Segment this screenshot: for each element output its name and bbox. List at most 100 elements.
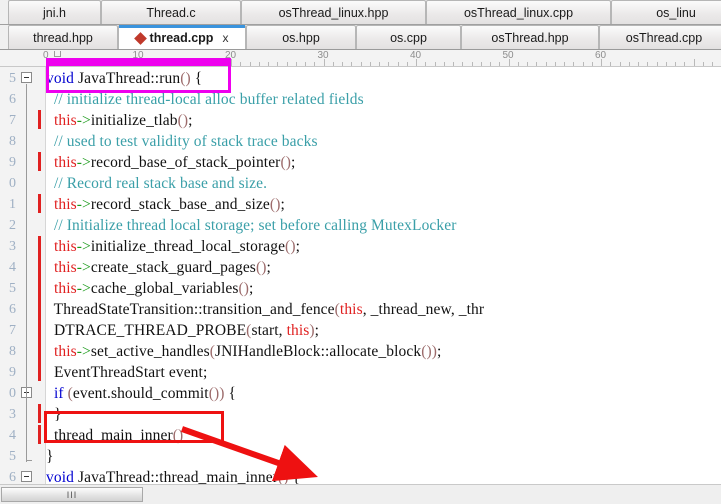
scrollbar-grip: III — [66, 489, 78, 500]
scrollbar-thumb[interactable]: III — [1, 487, 143, 502]
ruler-label: 10 — [132, 50, 144, 61]
code-line[interactable]: if (event.should_commit()) { — [46, 383, 236, 404]
code-line[interactable]: thread_main_inner() — [46, 425, 183, 446]
code-line[interactable]: this->set_active_handles(JNIHandleBlock:… — [46, 341, 441, 362]
code-area[interactable]: void JavaThread::run() { // initialize t… — [46, 67, 721, 484]
tab-osthread-linux-hpp[interactable]: osThread_linux.hpp — [241, 0, 426, 24]
ruler-tick — [277, 62, 279, 66]
code-line[interactable]: this->record_stack_base_and_size(); — [46, 194, 285, 215]
line-number: 7 — [9, 113, 16, 128]
code-line[interactable]: void JavaThread::thread_main_inner() { — [46, 467, 300, 484]
horizontal-scrollbar[interactable]: III — [0, 484, 721, 504]
code-line[interactable]: DTRACE_THREAD_PROBE(start, this); — [46, 320, 319, 341]
ruler-tick — [397, 62, 399, 66]
code-line[interactable]: // Record real stack base and size. — [46, 173, 267, 194]
ruler-tick — [83, 62, 84, 66]
fold-guide-end — [26, 460, 32, 461]
code-line[interactable]: this->cache_global_variables(); — [46, 278, 253, 299]
ruler-tick — [610, 62, 612, 66]
tab-label: os.cpp — [390, 30, 427, 45]
line-number: 5 — [9, 71, 16, 86]
ruler-tick — [434, 62, 436, 66]
modified-line-marker — [38, 110, 41, 129]
ruler-tick — [591, 62, 593, 66]
ruler-tick — [129, 62, 131, 66]
tab-os-linux[interactable]: os_linu — [611, 0, 721, 24]
ruler-tick — [295, 62, 297, 66]
tab-thread-cpp-active[interactable]: thread.cpp x — [118, 25, 246, 49]
ruler-tick — [471, 62, 473, 66]
ruler-tick — [175, 62, 177, 66]
tab-osthread-cpp[interactable]: osThread.cpp — [599, 25, 721, 49]
tab-thread-c[interactable]: Thread.c — [101, 0, 241, 24]
ruler-tick — [425, 62, 427, 66]
ruler-tick — [166, 62, 168, 66]
tab-thread-hpp[interactable]: thread.hpp — [8, 25, 118, 49]
ruler-tick — [675, 62, 676, 66]
ruler-label: 20 — [225, 50, 237, 61]
code-editor[interactable]: 56789012345678903456 void JavaThread::ru… — [0, 67, 721, 484]
ruler-tick — [203, 62, 205, 66]
ruler-tick — [55, 62, 57, 66]
ruler-tick — [184, 62, 186, 66]
tab-label: Thread.c — [146, 5, 196, 20]
line-number: 6 — [9, 470, 16, 484]
tab-osthread-hpp[interactable]: osThread.hpp — [461, 25, 599, 49]
line-number: 0 — [9, 176, 16, 191]
ruler-tick — [406, 62, 408, 66]
ruler-tick — [286, 62, 288, 66]
ruler-label: 40 — [410, 50, 422, 61]
ruler-tick — [147, 62, 149, 66]
fold-guide-line — [26, 399, 27, 420]
code-line[interactable]: // Initialize thread local storage; set … — [46, 215, 457, 236]
ruler-label: 50 — [502, 50, 514, 61]
line-number: 0 — [9, 386, 16, 401]
code-line[interactable]: this->initialize_tlab(); — [46, 110, 193, 131]
tab-jni-h[interactable]: jni.h — [8, 0, 101, 24]
code-line[interactable]: // used to test validity of stack trace … — [46, 131, 318, 152]
tab-label: osThread.hpp — [491, 30, 569, 45]
modified-diamond-icon — [133, 31, 147, 45]
code-line[interactable]: EventThreadStart event; — [46, 362, 207, 383]
modified-line-marker — [38, 236, 41, 381]
line-number: 4 — [9, 260, 16, 275]
line-number: 5 — [9, 281, 16, 296]
fold-collapse-icon[interactable] — [21, 471, 32, 482]
code-line[interactable]: void JavaThread::run() { — [46, 68, 202, 89]
close-icon[interactable]: x — [222, 31, 228, 45]
code-line[interactable]: ThreadStateTransition::transition_and_fe… — [46, 299, 484, 320]
tab-label: os.hpp — [282, 30, 320, 45]
ruler-tick — [221, 62, 223, 66]
line-number: 8 — [9, 134, 16, 149]
ruler-tick — [453, 62, 454, 66]
tab-os-cpp[interactable]: os.cpp — [356, 25, 461, 49]
ruler-tick — [536, 62, 538, 66]
ruler-tick — [573, 62, 575, 66]
ruler-tick — [545, 62, 547, 66]
tab-label: os_linu — [656, 5, 696, 20]
code-line[interactable]: this->create_stack_guard_pages(); — [46, 257, 271, 278]
line-number-gutter[interactable]: 5 6 7 8 9 0 1 2 3 4 5 6 7 8 9 0 3 4 5 6 — [0, 67, 46, 484]
code-line[interactable]: } — [46, 446, 54, 467]
line-number: 7 — [9, 323, 16, 338]
code-line[interactable]: } — [46, 404, 62, 425]
ruler-tick — [101, 62, 103, 66]
tab-os-hpp[interactable]: os.hpp — [246, 25, 356, 49]
ruler-tick — [564, 62, 565, 66]
code-line[interactable]: this->initialize_thread_local_storage(); — [46, 236, 300, 257]
ruler-tick — [582, 62, 584, 66]
tab-osthread-linux-cpp[interactable]: osThread_linux.cpp — [426, 0, 611, 24]
ruler-tick — [656, 62, 658, 66]
line-number: 1 — [9, 197, 16, 212]
ruler-tick — [212, 62, 214, 66]
fold-collapse-icon[interactable] — [21, 72, 32, 83]
ruler-tick — [369, 62, 371, 66]
tab-label: osThread_linux.hpp — [278, 5, 389, 20]
ruler-tick — [443, 62, 445, 66]
code-line[interactable]: // initialize thread-local alloc buffer … — [46, 89, 364, 110]
ruler-tick — [157, 62, 158, 66]
code-line[interactable]: this->record_base_of_stack_pointer(); — [46, 152, 295, 173]
ruler-tick — [388, 62, 390, 66]
tab-label: thread.hpp — [33, 30, 93, 45]
ruler-label: 60 — [595, 50, 607, 61]
